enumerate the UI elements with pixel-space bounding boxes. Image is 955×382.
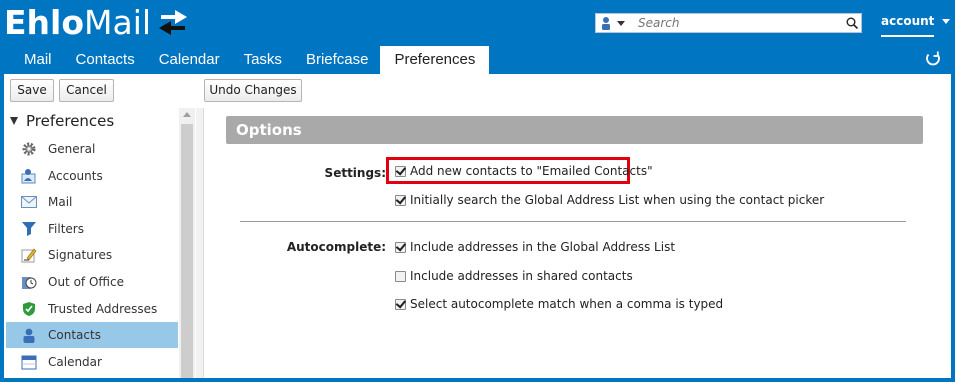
- logo-text-thin: Mail: [84, 3, 152, 42]
- scrollbar-thumb[interactable]: [181, 124, 193, 378]
- sidebar-item-trusted-addresses[interactable]: Trusted Addresses: [6, 296, 178, 322]
- sidebar-item-label: Mail: [48, 195, 73, 209]
- checkbox[interactable]: [395, 165, 406, 177]
- option-label: Include addresses in the Global Address …: [410, 240, 676, 254]
- sidebar-item-label: Filters: [48, 222, 84, 236]
- preferences-tree: Preferences General Accounts Mail Filter…: [4, 108, 195, 378]
- refresh-icon[interactable]: [924, 50, 942, 68]
- sidebar-item-out-of-office[interactable]: Out of Office: [6, 269, 178, 295]
- pen-icon: [20, 246, 38, 264]
- sidebar-item-general[interactable]: General: [6, 136, 178, 162]
- sidebar-item-label: Contacts: [48, 328, 101, 342]
- logo-arrows-icon: [159, 10, 188, 35]
- sidebar-item-filters[interactable]: Filters: [6, 216, 178, 242]
- app-header: EhloMail account: [0, 0, 955, 46]
- tree-title: Preferences: [26, 112, 115, 130]
- setting-search-gal[interactable]: Initially search the Global Address List…: [395, 193, 824, 207]
- chevron-down-icon: [942, 19, 951, 24]
- filter-icon: [20, 220, 38, 238]
- accounts-icon: [20, 167, 38, 185]
- tab-preferences[interactable]: Preferences: [380, 46, 490, 74]
- option-label: Include addresses in shared contacts: [410, 269, 633, 283]
- sidebar-item-mail[interactable]: Mail: [6, 189, 178, 215]
- autocomplete-comma-match[interactable]: Select autocomplete match when a comma i…: [395, 297, 723, 311]
- search-icon: [846, 17, 858, 29]
- chevron-down-icon: [617, 20, 625, 26]
- search-button[interactable]: [843, 14, 861, 32]
- shield-icon: [20, 300, 38, 318]
- option-label: Select autocomplete match when a comma i…: [410, 297, 724, 311]
- cancel-button[interactable]: Cancel: [59, 79, 114, 102]
- collapse-triangle-icon: [10, 117, 18, 125]
- search-input[interactable]: [636, 14, 843, 32]
- gear-icon: [20, 140, 38, 158]
- sidebar-item-signatures[interactable]: Signatures: [6, 242, 178, 268]
- main-panel: Save Cancel Undo Changes Preferences Gen…: [4, 74, 951, 378]
- option-label: Initially search the Global Address List…: [410, 193, 825, 207]
- checkbox[interactable]: [395, 194, 406, 206]
- logo-text-bold: Ehlo: [4, 3, 85, 42]
- tree-header[interactable]: Preferences: [10, 112, 114, 130]
- autocomplete-gal[interactable]: Include addresses in the Global Address …: [395, 240, 675, 254]
- checkbox[interactable]: [395, 241, 406, 253]
- tab-contacts[interactable]: Contacts: [64, 46, 147, 74]
- section-divider: [240, 221, 906, 222]
- autocomplete-label: Autocomplete:: [286, 240, 386, 254]
- options-header: Options: [226, 116, 923, 144]
- pane-splitter[interactable]: [196, 108, 204, 378]
- sidebar-item-label: Accounts: [48, 169, 103, 183]
- sidebar-item-accounts[interactable]: Accounts: [6, 163, 178, 189]
- setting-emailed-contacts[interactable]: Add new contacts to "Emailed Contacts": [395, 164, 653, 178]
- tab-tasks[interactable]: Tasks: [232, 46, 294, 74]
- undo-changes-button[interactable]: Undo Changes: [204, 79, 302, 102]
- sidebar-item-label: Trusted Addresses: [48, 302, 158, 316]
- checkbox[interactable]: [395, 270, 406, 282]
- sidebar-item-calendar[interactable]: Calendar: [6, 349, 178, 375]
- sidebar-scrollbar[interactable]: [179, 108, 195, 378]
- sidebar-item-label: Signatures: [48, 248, 113, 262]
- envelope-icon: [20, 193, 38, 211]
- save-button[interactable]: Save: [10, 79, 54, 102]
- contact-scope-icon: [602, 17, 610, 30]
- search-box: [595, 13, 862, 33]
- scroll-up-icon[interactable]: [183, 112, 191, 117]
- calendar-icon: [20, 353, 38, 371]
- sidebar-item-label: General: [48, 142, 96, 156]
- app-tabs: Mail Contacts Calendar Tasks Briefcase P…: [0, 46, 490, 74]
- tab-calendar[interactable]: Calendar: [147, 46, 232, 74]
- contact-icon: [20, 326, 38, 344]
- account-menu[interactable]: account: [881, 14, 951, 37]
- autocomplete-shared-contacts[interactable]: Include addresses in shared contacts: [395, 269, 633, 283]
- toolbar: Save Cancel Undo Changes: [4, 74, 951, 108]
- sidebar-item-label: Calendar: [48, 355, 102, 369]
- sidebar-item-label: Out of Office: [48, 275, 124, 289]
- checkbox[interactable]: [395, 298, 406, 310]
- clock-icon: [20, 273, 38, 291]
- search-scope-dropdown[interactable]: [596, 14, 636, 32]
- account-label: account: [881, 14, 935, 37]
- settings-label: Settings:: [324, 166, 386, 180]
- option-label: Add new contacts to "Emailed Contacts": [410, 164, 653, 178]
- tab-briefcase[interactable]: Briefcase: [294, 46, 381, 74]
- sidebar-item-contacts[interactable]: Contacts: [6, 322, 178, 348]
- tab-mail[interactable]: Mail: [0, 46, 64, 74]
- app-logo: EhloMail: [4, 3, 195, 43]
